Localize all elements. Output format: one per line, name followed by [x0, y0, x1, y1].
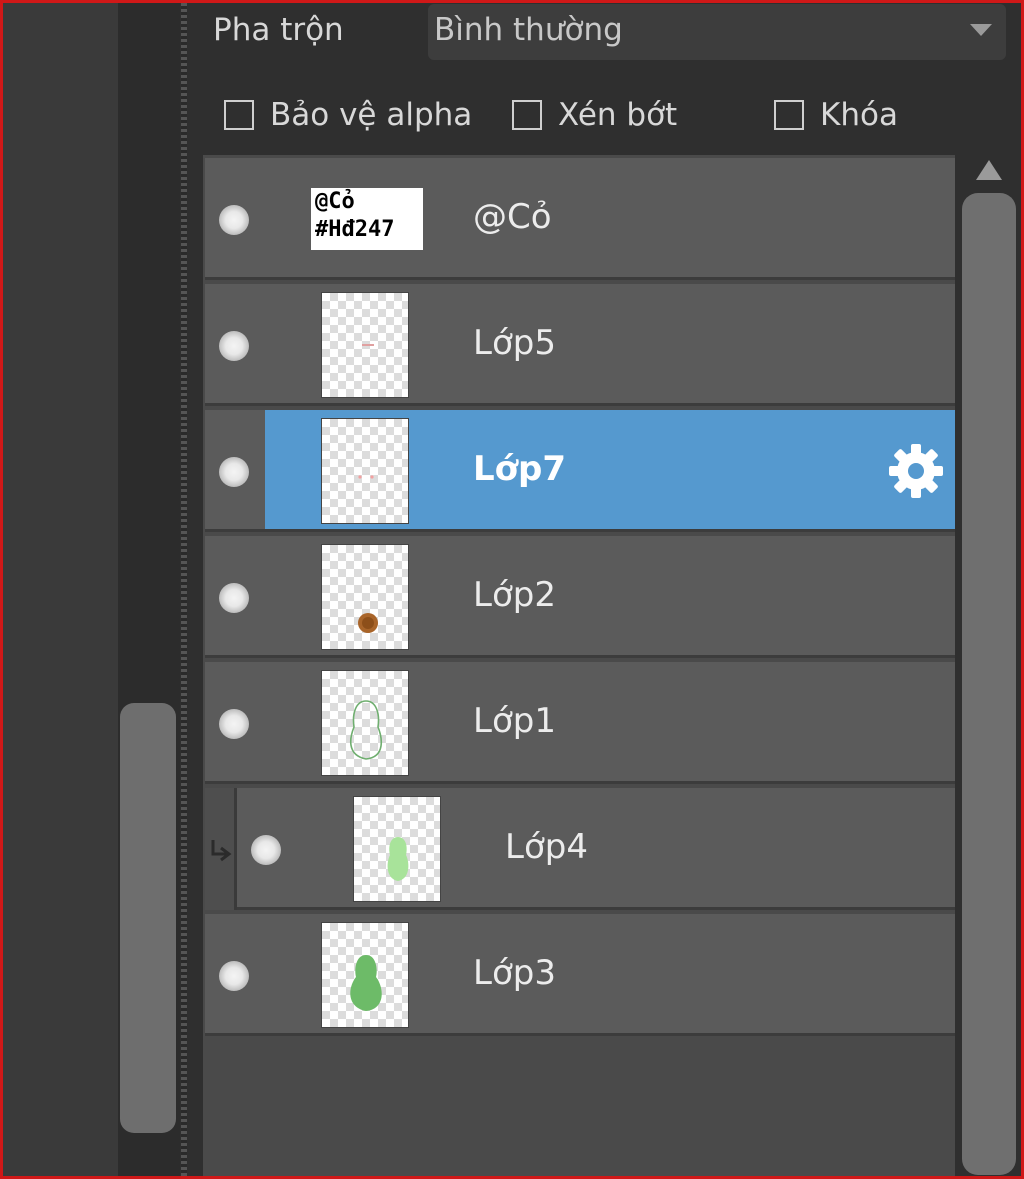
blend-mode-label: Pha trộn — [213, 12, 344, 48]
layer-thumbnail-art — [350, 955, 382, 1011]
checkbox-box[interactable] — [224, 100, 254, 130]
layer-thumbnail — [321, 922, 409, 1028]
visibility-toggle-icon[interactable] — [251, 835, 281, 865]
blend-mode-dropdown[interactable]: Bình thường — [428, 4, 1006, 60]
protect-alpha-checkbox[interactable]: Bảo vệ alpha — [224, 95, 472, 135]
layer-thumbnail-art — [349, 700, 383, 760]
layer-thumbnail — [321, 418, 409, 524]
lock-label: Khóa — [820, 97, 898, 133]
layer-thumbnail: @Cỏ #Hđ247 — [311, 188, 423, 250]
thumbnail-text: #Hđ247 — [315, 217, 395, 242]
visibility-toggle-icon[interactable] — [219, 583, 249, 613]
clip-arrow-icon — [211, 840, 232, 862]
visibility-toggle-icon[interactable] — [219, 457, 249, 487]
layer-row[interactable]: @Cỏ #Hđ247 @Cỏ — [205, 158, 955, 280]
checkbox-box[interactable] — [512, 100, 542, 130]
visibility-toggle-icon[interactable] — [219, 331, 249, 361]
chevron-down-icon — [970, 24, 992, 36]
layer-thumbnail — [353, 796, 441, 902]
layer-row[interactable]: Lớp5 — [205, 284, 955, 406]
gear-icon[interactable] — [887, 442, 945, 500]
layer-row[interactable]: Lớp1 — [205, 662, 955, 784]
layer-list-scrollbar-thumb[interactable] — [962, 193, 1016, 1175]
visibility-toggle-icon[interactable] — [219, 205, 249, 235]
layer-thumbnail-art — [362, 344, 374, 346]
lock-checkbox[interactable]: Khóa — [774, 95, 898, 135]
layer-row-selected[interactable]: Lớp7 — [205, 410, 955, 532]
visibility-toggle-icon[interactable] — [219, 709, 249, 739]
clipping-label: Xén bớt — [558, 97, 678, 133]
layer-thumbnail-art — [358, 613, 378, 633]
thumbnail-text: @Cỏ — [315, 189, 355, 214]
layer-name: @Cỏ — [473, 197, 552, 237]
layer-name: Lớp2 — [473, 575, 556, 615]
layer-name: Lớp4 — [505, 827, 588, 867]
scroll-up-icon[interactable] — [976, 160, 1002, 180]
protect-alpha-label: Bảo vệ alpha — [270, 97, 473, 133]
layer-name: Lớp1 — [473, 701, 556, 741]
layer-thumbnail — [321, 292, 409, 398]
layer-row-clipped[interactable]: Lớp4 — [205, 788, 955, 910]
layer-name: Lớp5 — [473, 323, 556, 363]
clipping-checkbox[interactable]: Xén bớt — [512, 95, 677, 135]
left-panel — [3, 3, 118, 1176]
layer-thumbnail — [321, 544, 409, 650]
layer-thumbnail — [321, 670, 409, 776]
checkbox-box[interactable] — [774, 100, 804, 130]
layer-name: Lớp7 — [473, 449, 567, 489]
clipping-indicator — [205, 788, 237, 910]
layer-thumbnail-art — [358, 475, 374, 479]
layer-row[interactable]: Lớp3 — [205, 914, 955, 1036]
visibility-toggle-icon[interactable] — [219, 961, 249, 991]
layer-name: Lớp3 — [473, 953, 556, 993]
left-scrollbar-thumb[interactable] — [120, 703, 176, 1133]
layer-thumbnail-art — [387, 837, 409, 881]
layer-row[interactable]: Lớp2 — [205, 536, 955, 658]
blend-mode-value: Bình thường — [434, 12, 623, 48]
